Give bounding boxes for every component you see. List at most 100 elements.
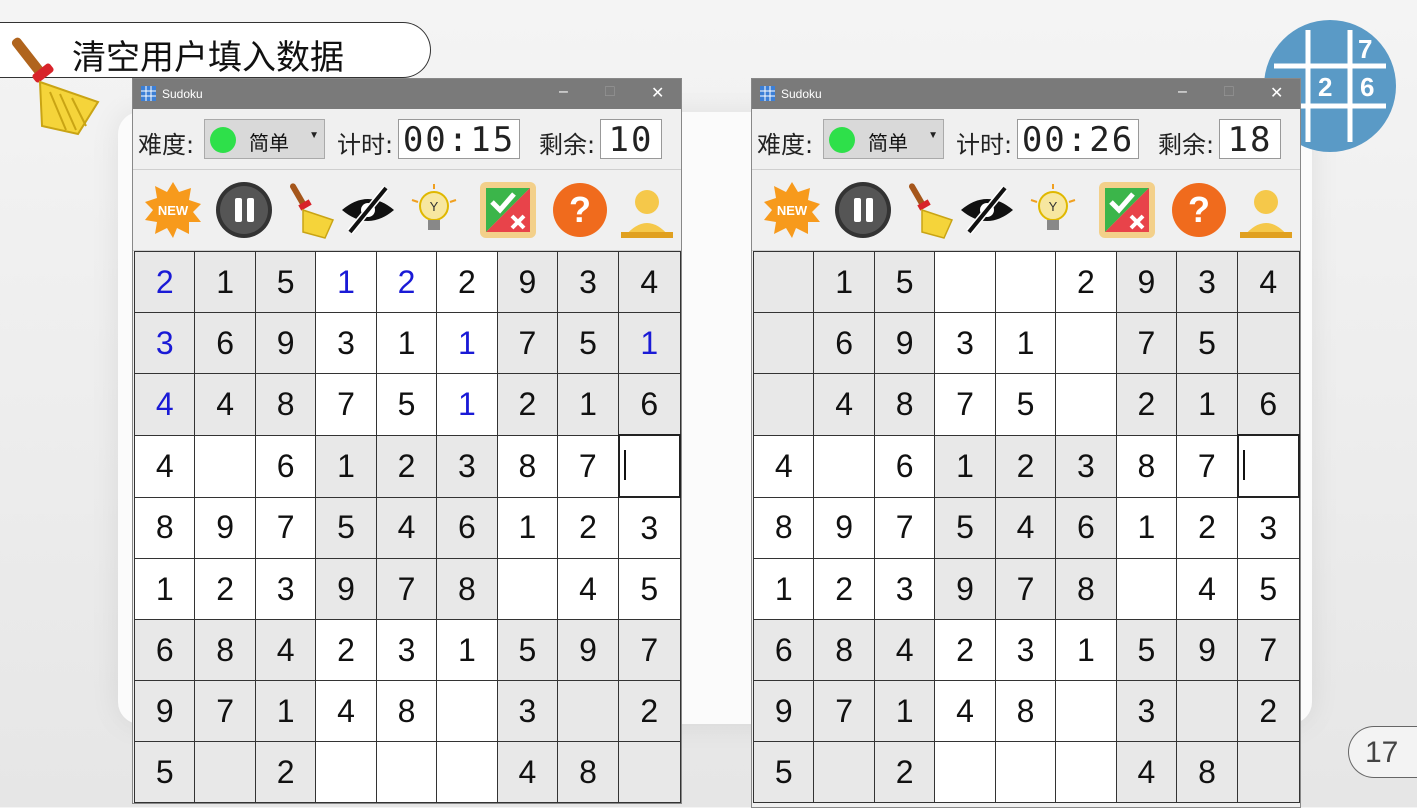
grid-cell[interactable]: 8 (1176, 741, 1238, 803)
grid-cell[interactable]: 2 (813, 558, 875, 620)
maximize-button[interactable]: □ (605, 83, 615, 101)
grid-cell[interactable]: 4 (752, 434, 815, 498)
grid-cell[interactable]: 1 (873, 680, 936, 742)
grid-cell[interactable]: 3 (1237, 496, 1300, 559)
grid-cell[interactable] (557, 680, 619, 742)
grid-cell[interactable] (1055, 680, 1117, 742)
grid-cell[interactable]: 4 (194, 373, 256, 436)
user-button[interactable] (617, 180, 677, 240)
grid-cell[interactable]: 6 (873, 434, 936, 498)
grid-cell[interactable]: 7 (194, 680, 256, 742)
grid-cell[interactable]: 9 (315, 558, 377, 620)
grid-cell[interactable]: 8 (133, 496, 196, 559)
grid-cell[interactable] (1055, 741, 1117, 803)
broom-button[interactable] (902, 180, 962, 240)
grid-cell[interactable] (1055, 312, 1117, 374)
grid-cell[interactable]: 4 (873, 619, 936, 681)
grid-cell[interactable]: 1 (1115, 496, 1178, 559)
grid-cell[interactable]: 5 (873, 251, 936, 313)
grid-cell[interactable]: 3 (1176, 251, 1238, 313)
grid-cell[interactable]: 3 (315, 312, 377, 374)
grid-cell[interactable]: 7 (496, 312, 559, 374)
grid-cell[interactable]: 9 (254, 312, 317, 374)
grid-cell[interactable]: 4 (1115, 741, 1178, 803)
grid-cell[interactable]: 2 (1115, 373, 1178, 436)
check-button[interactable] (1097, 180, 1157, 240)
grid-cell[interactable] (934, 251, 996, 313)
grid-cell[interactable] (934, 741, 996, 803)
grid-cell[interactable]: 2 (1176, 496, 1238, 559)
grid-cell[interactable]: 6 (133, 619, 196, 681)
pause-button[interactable] (214, 180, 274, 240)
grid-cell[interactable]: 5 (618, 558, 681, 620)
grid-cell[interactable] (813, 741, 875, 803)
hide-button[interactable] (338, 180, 398, 240)
new-button[interactable]: NEW (143, 180, 203, 240)
grid-cell[interactable]: 1 (375, 312, 438, 374)
grid-cell[interactable]: 8 (436, 558, 498, 620)
grid-cell[interactable]: 2 (1055, 251, 1117, 313)
grid-cell[interactable]: 2 (315, 619, 377, 681)
grid-cell[interactable]: 1 (436, 619, 498, 681)
window-titlebar[interactable]: Sudoku – □ ✕ (133, 79, 681, 109)
grid-cell[interactable]: 9 (496, 251, 559, 313)
grid-cell[interactable]: 3 (873, 558, 936, 620)
new-button[interactable]: NEW (762, 180, 822, 240)
grid-cell[interactable]: 7 (873, 496, 936, 559)
grid-cell[interactable]: 6 (1237, 373, 1300, 436)
grid-cell[interactable] (1115, 558, 1178, 620)
grid-cell[interactable]: 7 (1176, 434, 1238, 498)
grid-cell[interactable]: 4 (375, 496, 438, 559)
grid-cell[interactable]: 4 (813, 373, 875, 436)
grid-cell[interactable]: 3 (1115, 680, 1178, 742)
grid-cell[interactable]: 4 (557, 558, 619, 620)
grid-cell[interactable]: 7 (1115, 312, 1178, 374)
maximize-button[interactable]: □ (1224, 83, 1234, 101)
grid-cell[interactable] (618, 741, 681, 803)
grid-cell[interactable]: 1 (994, 312, 1057, 374)
grid-cell[interactable]: 5 (994, 373, 1057, 436)
grid-cell[interactable]: 7 (557, 434, 619, 498)
user-button[interactable] (1236, 180, 1296, 240)
grid-cell[interactable]: 4 (315, 680, 377, 742)
grid-cell[interactable] (994, 741, 1057, 803)
broom-button[interactable] (283, 180, 343, 240)
grid-cell[interactable]: 7 (618, 619, 681, 681)
grid-cell[interactable] (813, 434, 875, 498)
grid-cell[interactable]: 3 (994, 619, 1057, 681)
grid-cell[interactable]: 3 (496, 680, 559, 742)
grid-cell[interactable]: 4 (618, 251, 681, 313)
grid-cell[interactable]: 6 (194, 312, 256, 374)
grid-cell[interactable]: 4 (133, 373, 196, 436)
grid-cell[interactable] (752, 251, 815, 313)
grid-cell[interactable]: 9 (752, 680, 815, 742)
grid-cell[interactable]: 6 (752, 619, 815, 681)
grid-cell[interactable]: 3 (375, 619, 438, 681)
grid-cell[interactable]: 7 (934, 373, 996, 436)
grid-cell[interactable]: 2 (194, 558, 256, 620)
grid-cell[interactable]: 9 (934, 558, 996, 620)
grid-cell[interactable]: 5 (557, 312, 619, 374)
grid-cell[interactable]: 1 (557, 373, 619, 436)
grid-cell[interactable]: 1 (813, 251, 875, 313)
grid-cell[interactable]: 5 (133, 741, 196, 803)
grid-cell[interactable]: 1 (315, 434, 377, 498)
grid-cell[interactable] (752, 373, 815, 436)
grid-cell[interactable] (496, 558, 559, 620)
grid-cell[interactable] (436, 741, 498, 803)
grid-cell[interactable]: 7 (813, 680, 875, 742)
grid-cell[interactable]: 3 (133, 312, 196, 374)
grid-cell[interactable] (1236, 434, 1300, 498)
grid-cell[interactable]: 8 (873, 373, 936, 436)
help-button[interactable]: ? (550, 180, 610, 240)
grid-cell[interactable]: 2 (254, 741, 317, 803)
minimize-button[interactable]: – (559, 83, 568, 101)
grid-cell[interactable]: 5 (752, 741, 815, 803)
grid-cell[interactable]: 7 (315, 373, 377, 436)
difficulty-select[interactable]: 简单 ▼ (823, 119, 944, 159)
grid-cell[interactable]: 3 (618, 496, 681, 559)
grid-cell[interactable]: 5 (254, 251, 317, 313)
grid-cell[interactable] (994, 251, 1057, 313)
grid-cell[interactable]: 2 (1237, 680, 1300, 742)
grid-cell[interactable]: 1 (254, 680, 317, 742)
